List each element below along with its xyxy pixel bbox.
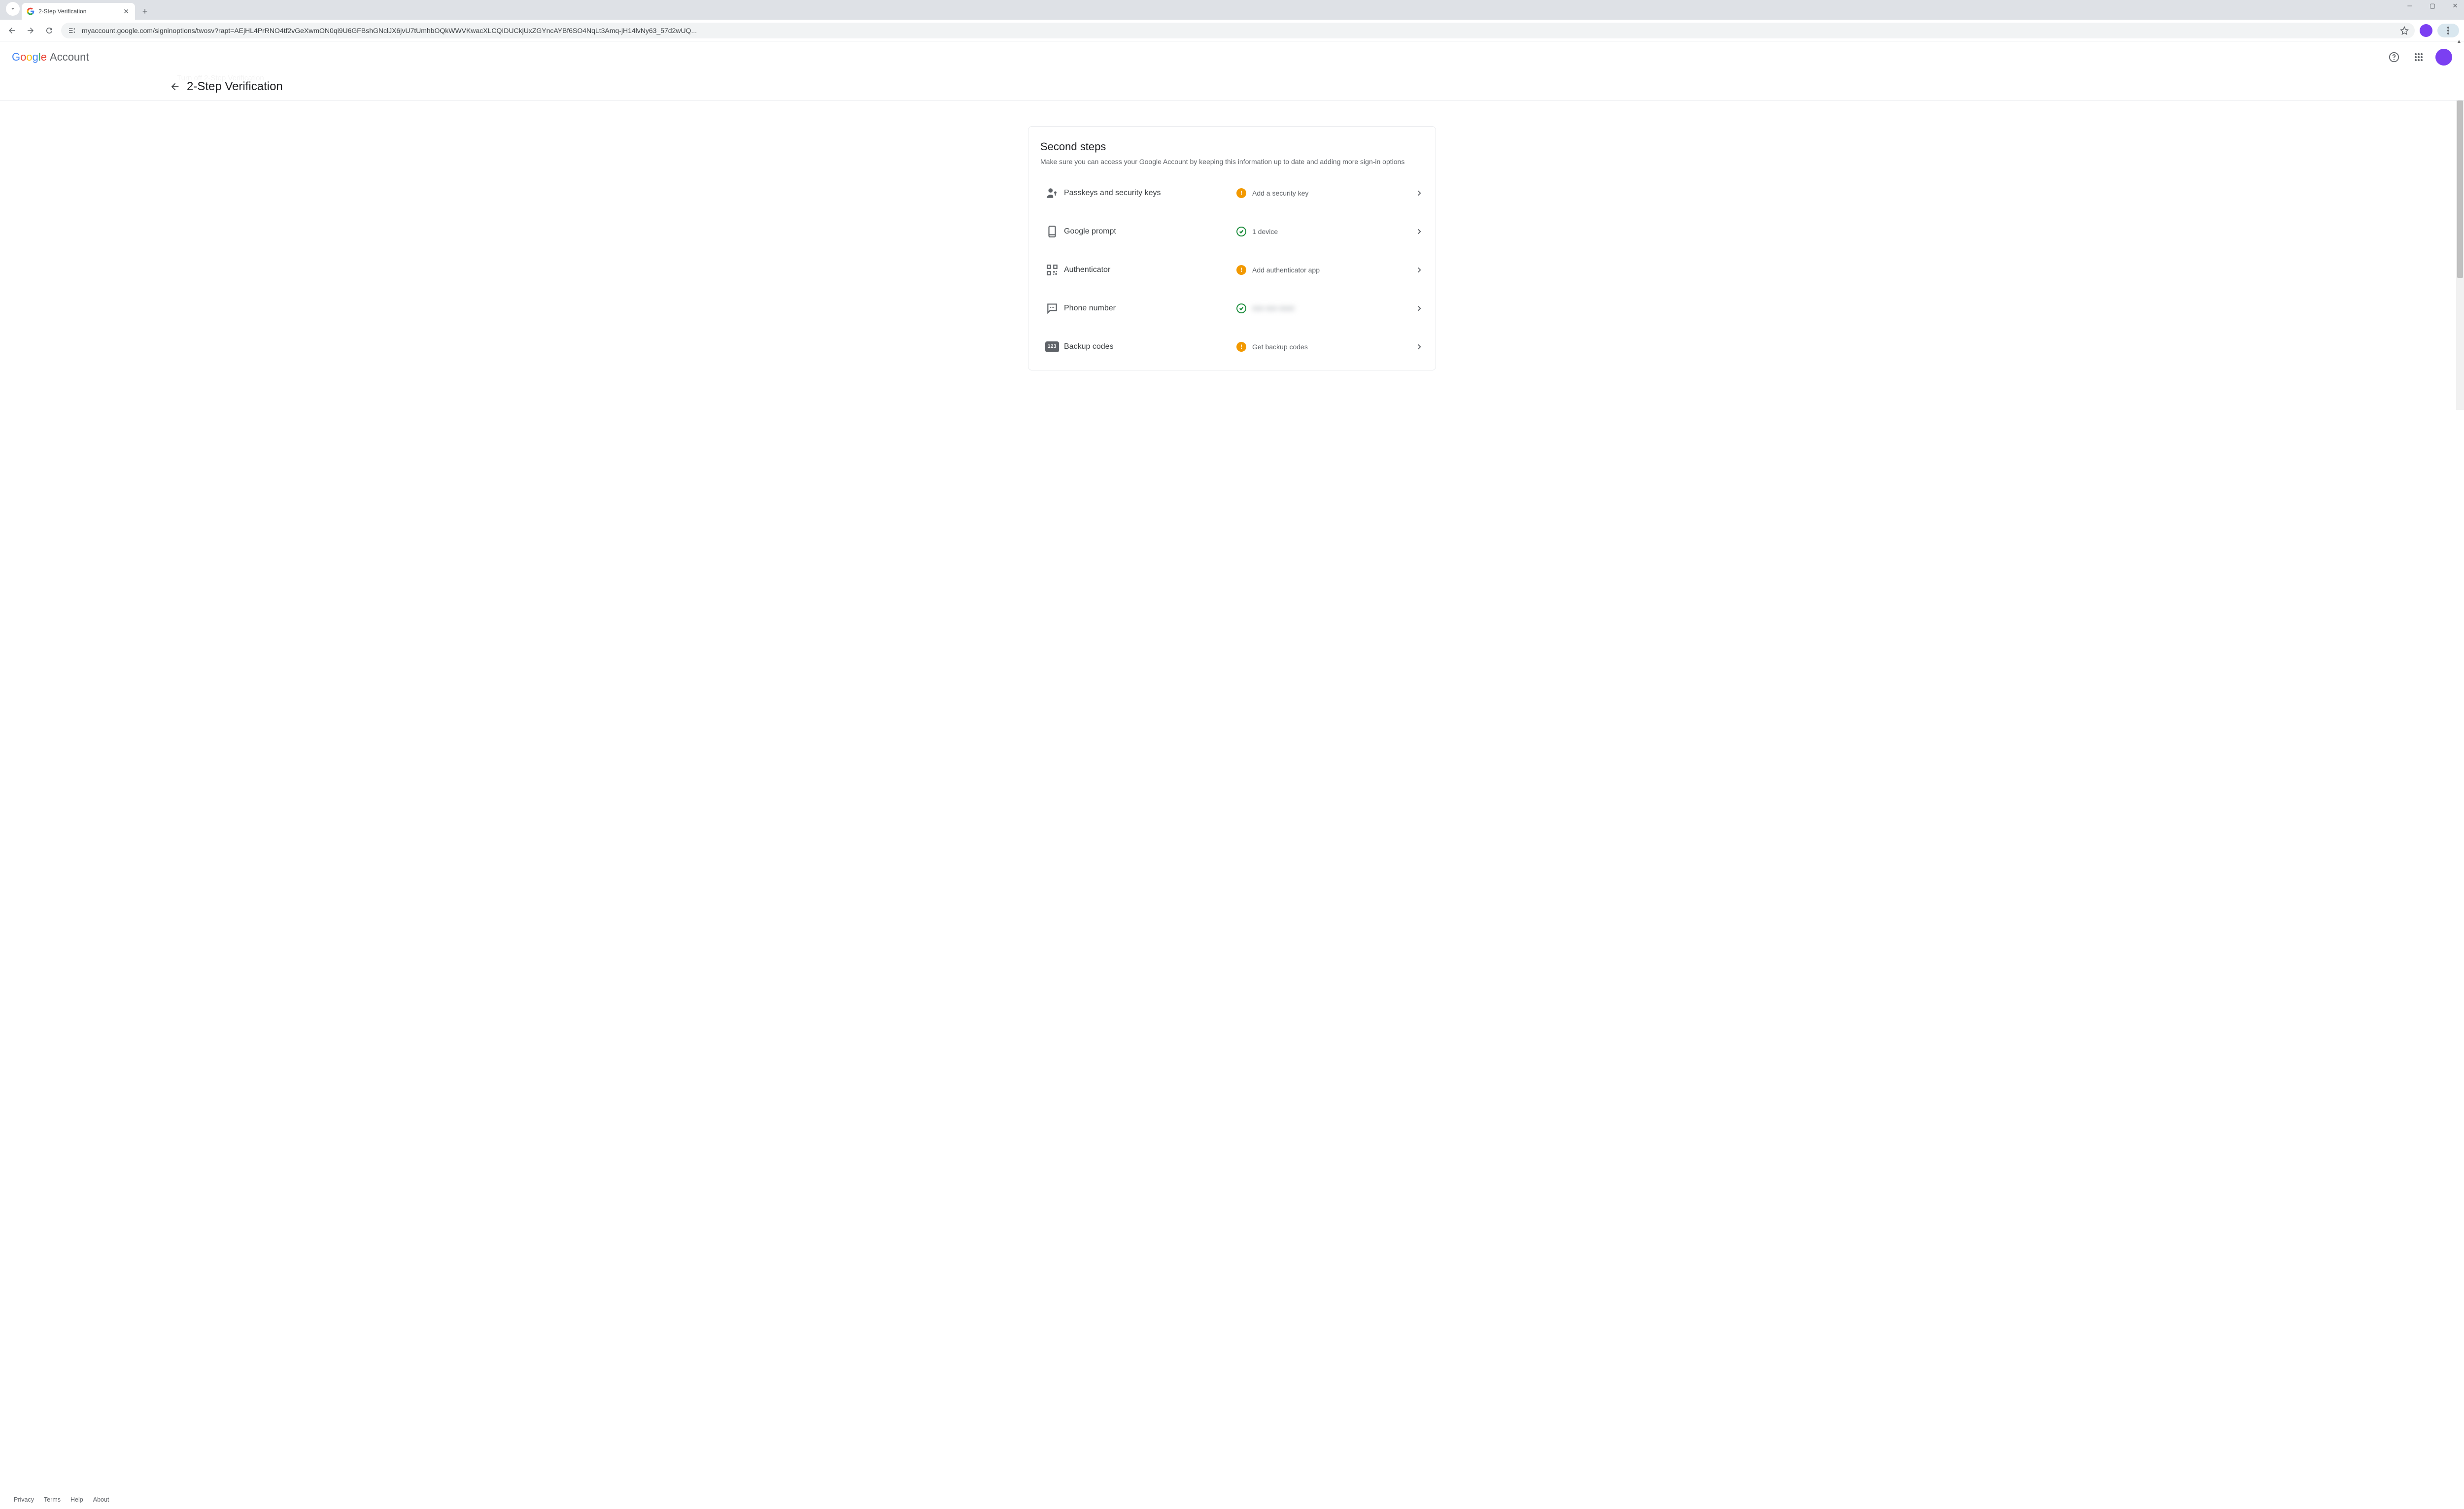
footer-privacy[interactable]: Privacy [14,1496,34,1503]
help-button[interactable] [2386,49,2402,65]
second-steps-card: Second steps Make sure you can access yo… [1028,126,1436,370]
url-text: myaccount.google.com/signinoptions/twosv… [82,27,2395,34]
apps-button[interactable] [2411,49,2427,65]
omnibox[interactable]: myaccount.google.com/signinoptions/twosv… [61,23,2415,38]
warning-icon: ! [1236,342,1246,352]
sms-icon [1040,302,1064,315]
row-label: Passkeys and security keys [1064,189,1236,198]
row-label: Backup codes [1064,342,1236,351]
scrollbar[interactable]: ▲ [2456,101,2464,410]
tabs-dropdown-button[interactable] [6,2,20,16]
browser-chrome: 2-Step Verification ✕ + ─ ▢ ✕ myaccount.… [0,0,2464,41]
chevron-right-icon [1415,189,1424,198]
chevron-right-icon [1415,304,1424,313]
reload-icon [45,26,54,35]
phone-icon [1040,225,1064,238]
page-title-bar: Turn off 2-Step Verification 2-Step Veri… [0,73,2464,101]
chrome-profile-button[interactable] [2420,24,2432,37]
footer-help[interactable]: Help [70,1496,83,1503]
window-minimize-button[interactable]: ─ [2403,2,2417,10]
site-info-icon[interactable] [67,26,77,35]
page-title: 2-Step Verification [187,80,283,94]
chevron-right-icon [1415,342,1424,351]
tab-strip: 2-Step Verification ✕ + ─ ▢ ✕ [0,0,2464,20]
window-controls: ─ ▢ ✕ [2403,2,2462,10]
scroll-up-icon[interactable]: ▲ [2455,37,2463,45]
apps-grid-icon [2414,53,2423,62]
nav-back-button[interactable] [5,24,19,37]
new-tab-button[interactable]: + [138,4,152,18]
window-maximize-button[interactable]: ▢ [2426,2,2439,10]
chrome-menu-button[interactable] [2437,24,2459,37]
qr-icon [1040,264,1064,276]
chevron-right-icon [1415,227,1424,236]
row-google-prompt[interactable]: Google prompt 1 device [1028,212,1436,251]
google-account-logo[interactable]: Google Account [12,51,89,64]
card-title: Second steps [1040,140,1424,153]
kebab-icon [2447,27,2449,34]
row-status-text: Add a security key [1252,189,1308,197]
window-close-button[interactable]: ✕ [2448,2,2462,10]
backup-codes-icon: 123 [1040,341,1064,352]
google-favicon-icon [27,7,34,15]
warning-icon: ! [1236,188,1246,198]
logo-suffix: Account [50,51,89,64]
content-area: Second steps Make sure you can access yo… [0,101,2464,410]
tab-title: 2-Step Verification [38,8,118,15]
arrow-right-icon [26,26,35,35]
row-label: Authenticator [1064,266,1236,274]
address-bar: myaccount.google.com/signinoptions/twosv… [0,20,2464,41]
row-status-text: Get backup codes [1252,343,1308,351]
warning-icon: ! [1236,265,1246,275]
row-authenticator[interactable]: Authenticator ! Add authenticator app [1028,251,1436,289]
row-passkeys[interactable]: Passkeys and security keys ! Add a secur… [1028,174,1436,212]
page-back-button[interactable] [165,77,185,97]
footer-terms[interactable]: Terms [44,1496,61,1503]
footer-about[interactable]: About [93,1496,109,1503]
arrow-left-icon [7,26,16,35]
checkmark-icon [1236,303,1246,313]
account-avatar[interactable] [2435,49,2452,66]
bookmark-star-icon[interactable] [2400,26,2409,35]
ga-header: Google Account [0,41,2464,73]
nav-reload-button[interactable] [42,24,56,37]
arrow-left-icon [170,81,180,92]
browser-tab-active[interactable]: 2-Step Verification ✕ [22,3,135,20]
row-status-text: Add authenticator app [1252,266,1320,274]
row-label: Phone number [1064,304,1236,313]
tab-close-button[interactable]: ✕ [122,7,130,16]
row-status-text: 1 device [1252,228,1278,235]
scrollbar-thumb[interactable] [2457,101,2463,278]
checkmark-icon [1236,227,1246,236]
passkey-icon [1040,187,1064,200]
nav-forward-button[interactable] [24,24,37,37]
row-status-text: 000 000 0000 [1252,304,1295,312]
footer-links: Privacy Terms Help About [0,1496,123,1503]
row-backup-codes[interactable]: 123 Backup codes ! Get backup codes [1028,328,1436,366]
card-subtitle: Make sure you can access your Google Acc… [1040,157,1424,167]
chevron-down-icon [10,6,16,12]
row-phone-number[interactable]: Phone number 000 000 0000 [1028,289,1436,328]
help-icon [2389,52,2399,63]
chevron-right-icon [1415,266,1424,274]
row-label: Google prompt [1064,227,1236,236]
